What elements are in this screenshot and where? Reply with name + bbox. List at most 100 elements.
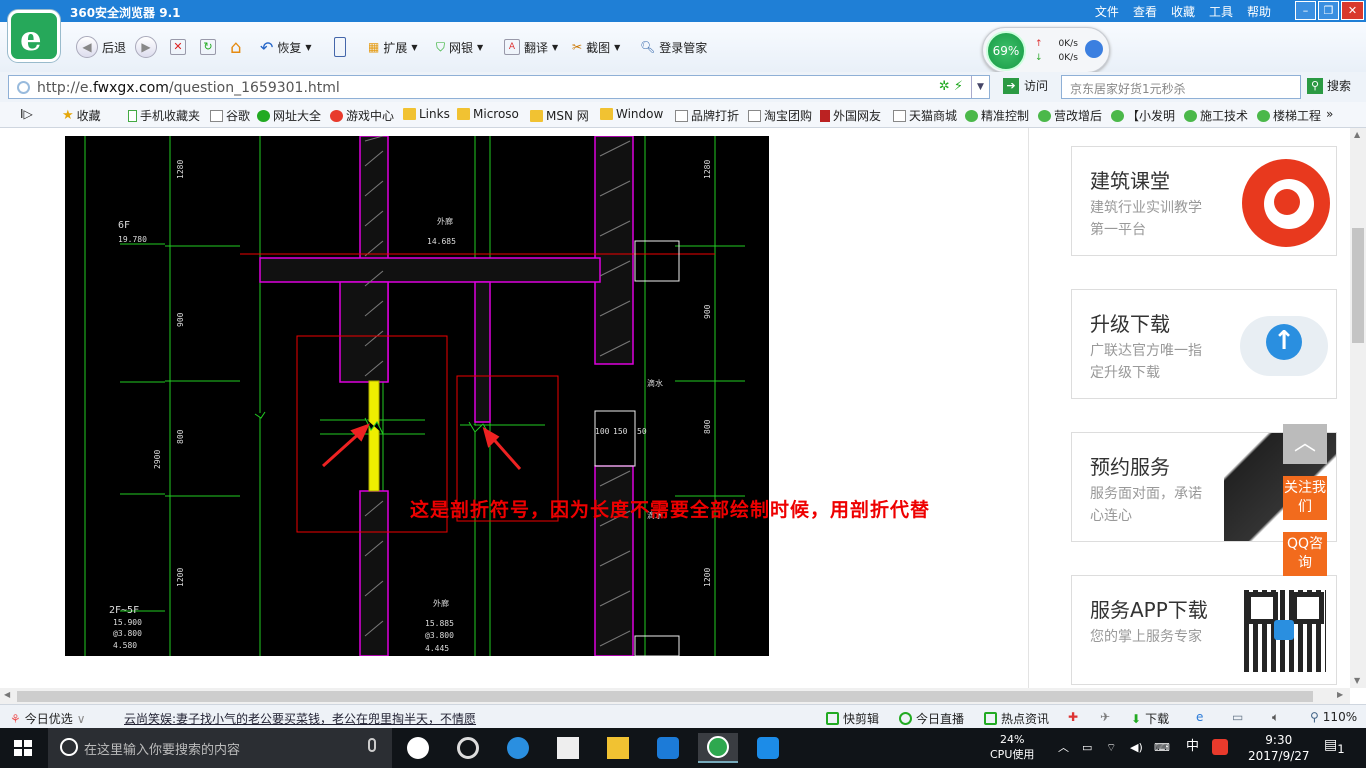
card-app-download[interactable]: 服务APP下载 您的掌上服务专家: [1071, 575, 1337, 685]
follow-us-button[interactable]: 关注我们: [1283, 476, 1327, 520]
sidebar-toggle-icon[interactable]: I▷: [20, 107, 33, 121]
fav-item[interactable]: Window: [600, 107, 663, 121]
taskbar-app[interactable]: [648, 733, 688, 763]
microphone-icon[interactable]: [368, 738, 376, 752]
search-button[interactable]: ⚲ 搜索: [1307, 77, 1351, 94]
svg-text:4.445: 4.445: [425, 644, 449, 653]
clock[interactable]: 9:30 2017/9/27: [1248, 732, 1310, 764]
taskbar-app[interactable]: [498, 733, 538, 763]
lightning-icon[interactable]: ✲ ⚡: [939, 79, 963, 94]
fav-item[interactable]: 外国网友: [820, 107, 881, 124]
screenshot-button[interactable]: ✂ 截图 ▼: [572, 36, 620, 58]
login-manager-button[interactable]: 🔍︎ 登录管家: [640, 36, 707, 58]
card-construction-class[interactable]: 建筑课堂 建筑行业实训教学第一平台: [1071, 146, 1337, 256]
fav-item[interactable]: MSN 网: [530, 107, 589, 124]
url-input[interactable]: http://e.fwxgx.com/question_1659301.html…: [8, 75, 990, 99]
wifi-icon[interactable]: ⌔: [1106, 740, 1116, 755]
cpu-usage[interactable]: 24% CPU使用: [990, 732, 1034, 762]
fav-item[interactable]: 楼梯工程: [1257, 107, 1321, 124]
fav-item[interactable]: 精准控制: [965, 107, 1029, 124]
back-to-top-button[interactable]: ︿: [1283, 424, 1327, 464]
qq-consult-button[interactable]: QQ咨询: [1283, 532, 1327, 576]
fav-item[interactable]: 施工技术: [1184, 107, 1248, 124]
stop-button[interactable]: ✕: [170, 36, 186, 58]
notification-icon[interactable]: ▤1: [1324, 738, 1345, 757]
tray-app-icon[interactable]: ▭: [1082, 740, 1092, 755]
horizontal-scrollbar[interactable]: ◀ ▶: [0, 688, 1350, 704]
search-input[interactable]: 京东居家好货1元秒杀: [1061, 75, 1301, 99]
close-button[interactable]: ✕: [1341, 1, 1364, 20]
news-ticker[interactable]: 云尚笑娱:妻子找小气的老公要买菜钱，老公在兜里掏半天，不情愿: [124, 710, 476, 727]
fav-item[interactable]: 天猫商城: [893, 107, 957, 124]
window-icon[interactable]: ▭: [1232, 710, 1243, 724]
scroll-thumb[interactable]: [1352, 228, 1364, 343]
menu-favorites[interactable]: 收藏: [1171, 3, 1195, 20]
fav-item[interactable]: 手机收藏夹: [128, 107, 200, 124]
tray-expand-icon[interactable]: ︿: [1058, 740, 1069, 755]
hot-news[interactable]: 热点资讯: [984, 710, 1049, 727]
fav-item[interactable]: Microso: [457, 107, 519, 121]
menu-view[interactable]: 查看: [1133, 3, 1157, 20]
scroll-down-icon[interactable]: ▼: [1354, 676, 1360, 685]
pin-icon[interactable]: ✈: [1100, 710, 1110, 724]
windows-start-icon[interactable]: [14, 740, 32, 756]
restore-button[interactable]: ↶ 恢复 ▼: [260, 36, 312, 58]
taskbar-app[interactable]: [748, 733, 788, 763]
fav-item[interactable]: 谷歌: [210, 107, 250, 124]
chevron-down-icon: ▼: [411, 42, 418, 52]
taskbar-app[interactable]: [598, 733, 638, 763]
scroll-up-icon[interactable]: ▲: [1354, 130, 1360, 139]
quick-edit[interactable]: 快剪辑: [826, 710, 879, 727]
vertical-scrollbar[interactable]: ▲ ▼: [1350, 128, 1366, 688]
back-button[interactable]: ◀ 后退: [76, 36, 126, 58]
menu-help[interactable]: 帮助: [1247, 3, 1271, 20]
download-button[interactable]: ⬇ 下载: [1131, 710, 1169, 727]
fav-item[interactable]: 游戏中心: [330, 107, 394, 124]
sogou-icon[interactable]: [1212, 739, 1228, 755]
volume-icon[interactable]: 🔈︎: [1272, 710, 1279, 725]
refresh-button[interactable]: ↻: [200, 36, 216, 58]
menu-tools[interactable]: 工具: [1209, 3, 1233, 20]
today-live[interactable]: 今日直播: [899, 710, 964, 727]
fav-item[interactable]: 【小发明: [1111, 107, 1175, 124]
svg-text:外廊: 外廊: [433, 598, 449, 608]
taskbar-search-input[interactable]: 在这里输入你要搜索的内容: [48, 728, 392, 768]
scroll-right-icon[interactable]: ▶: [1337, 690, 1343, 699]
taskbar-app-browser[interactable]: [698, 733, 738, 763]
card-upgrade-download[interactable]: 升级下载 广联达官方唯一指定升级下载 ↑: [1071, 289, 1337, 399]
forward-button[interactable]: ▶: [135, 36, 157, 58]
home-button[interactable]: ⌂: [230, 36, 241, 58]
volume-tray-icon[interactable]: ◀): [1130, 740, 1143, 755]
menu-file[interactable]: 文件: [1095, 3, 1119, 20]
security-icon[interactable]: ✚: [1068, 710, 1078, 724]
ie-icon[interactable]: e: [1196, 710, 1203, 724]
svg-text:外廊: 外廊: [437, 216, 453, 226]
extend-button[interactable]: ▦ 扩展 ▼: [368, 36, 418, 58]
maximize-button[interactable]: ❐: [1318, 1, 1339, 20]
more-favorites-icon[interactable]: »: [1326, 107, 1333, 121]
taskbar-app[interactable]: [448, 733, 488, 763]
translate-button[interactable]: A 翻译 ▼: [504, 36, 558, 58]
fav-item[interactable]: 网址大全: [257, 107, 321, 124]
keyboard-icon[interactable]: ⌨: [1154, 740, 1170, 755]
fav-item[interactable]: ★ 收藏: [62, 107, 101, 124]
svg-text:150: 150: [613, 427, 628, 436]
fav-item[interactable]: 营改增后: [1038, 107, 1102, 124]
fav-item[interactable]: 品牌打折: [675, 107, 739, 124]
url-dropdown-icon[interactable]: ▼: [971, 76, 989, 98]
zoom-control[interactable]: ⚲ 110%: [1310, 710, 1357, 724]
netbank-button[interactable]: ⛉ 网银 ▼: [436, 36, 483, 58]
visit-button[interactable]: ➔ 访问: [1003, 77, 1048, 94]
fav-item[interactable]: Links: [403, 107, 450, 121]
scroll-thumb[interactable]: [17, 691, 1313, 702]
phone-button[interactable]: [334, 36, 346, 58]
taskbar-app[interactable]: [398, 733, 438, 763]
scroll-left-icon[interactable]: ◀: [4, 690, 10, 699]
svg-text:800: 800: [176, 429, 185, 444]
minimize-button[interactable]: –: [1295, 1, 1316, 20]
taskbar-app[interactable]: [548, 733, 588, 763]
today-picks[interactable]: ⚘ 今日优选 ∨: [10, 710, 86, 727]
ime-indicator[interactable]: 中: [1186, 739, 1199, 754]
network-speed-widget[interactable]: 69% ↑ 0K/s ↓ 0K/s: [982, 27, 1110, 73]
fav-item[interactable]: 淘宝团购: [748, 107, 812, 124]
